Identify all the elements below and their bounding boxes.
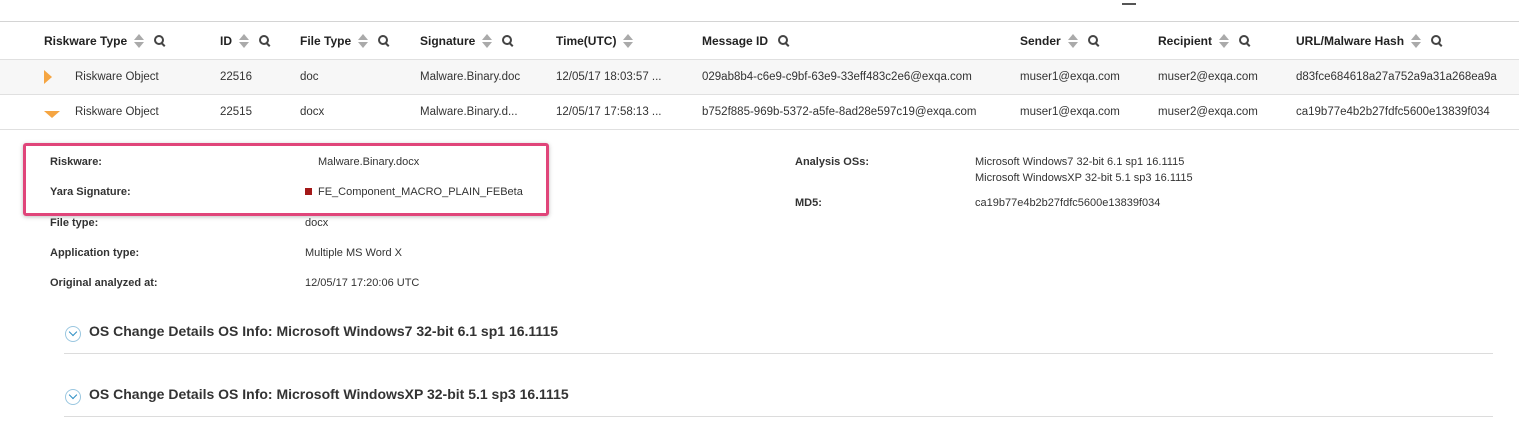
sort-icon[interactable] [1219,33,1230,49]
column-header-riskware-type: Riskware Type [44,24,166,58]
search-icon[interactable] [1431,35,1443,47]
column-header-id: ID [220,24,271,58]
cell-signature: Malware.Binary.d... [420,106,518,118]
sort-icon[interactable] [1411,33,1422,49]
column-label: ID [220,34,232,48]
cell-file-type: docx [300,106,325,118]
table-row[interactable]: Riskware Object 22516 doc Malware.Binary… [0,59,1519,94]
column-header-signature: Signature [420,24,514,58]
sort-icon[interactable] [1067,33,1078,49]
column-header-recipient: Recipient [1158,24,1251,58]
column-label: URL/Malware Hash [1296,34,1405,48]
analyzed-at-label: Original analyzed at: [50,277,158,289]
cell-riskware-type: Riskware Object [75,71,159,83]
md5-value: ca19b77e4b2b27fdfc5600e13839f034 [975,197,1161,209]
column-label: Riskware Type [44,34,128,48]
search-icon[interactable] [259,35,271,47]
cell-id: 22516 [220,71,252,83]
cell-hash: ca19b77e4b2b27fdfc5600e13839f034 [1296,106,1490,118]
sort-icon[interactable] [239,33,249,49]
sort-icon[interactable] [358,33,369,49]
application-type-value: Multiple MS Word X [305,247,402,259]
search-icon[interactable] [778,35,790,47]
cell-message-id: b752f885-969b-5372-a5fe-8ad28e597c19@exq… [702,106,977,118]
column-header-file-type: File Type [300,24,390,58]
sort-icon[interactable] [482,33,493,49]
search-icon[interactable] [154,35,166,47]
section-title: OS Change Details OS Info: Microsoft Win… [89,323,558,339]
cell-message-id: 029ab8b4-c6e9-c9bf-63e9-33eff483c2e6@exq… [702,71,972,83]
analysis-os-value: Microsoft Windows7 32-bit 6.1 sp1 16.111… [975,156,1185,168]
cell-sender: muser1@exqa.com [1020,71,1120,83]
column-label: Sender [1020,34,1061,48]
column-label: Recipient [1158,34,1213,48]
file-type-label: File type: [50,217,99,229]
top-bar [0,0,1519,22]
cell-file-type: doc [300,71,319,83]
cell-riskware-type: Riskware Object [75,106,159,118]
application-type-label: Application type: [50,247,140,259]
column-header-hash: URL/Malware Hash [1296,24,1443,58]
expand-arrow-icon[interactable] [44,70,52,84]
column-label: Signature [420,34,476,48]
cell-time: 12/05/17 18:03:57 ... [556,71,662,83]
cell-time: 12/05/17 17:58:13 ... [556,106,662,118]
search-icon[interactable] [1087,35,1100,47]
search-icon[interactable] [502,35,514,47]
file-type-value: docx [305,217,329,229]
sort-icon[interactable] [623,33,634,49]
cell-signature: Malware.Binary.doc [420,71,521,83]
column-label: Time(UTC) [556,34,617,48]
cell-hash: d83fce684618a27a752a9a31a268ea9a [1296,71,1497,83]
search-icon[interactable] [378,35,390,47]
table-row[interactable]: Riskware Object 22515 docx Malware.Binar… [0,94,1519,130]
os-change-section[interactable]: OS Change Details OS Info: Microsoft Win… [64,376,1493,417]
column-label: File Type [300,34,352,48]
cell-sender: muser1@exqa.com [1020,106,1120,118]
column-header-sender: Sender [1020,24,1100,58]
collapse-arrow-icon[interactable] [44,111,60,118]
menu-icon[interactable] [1122,3,1136,5]
column-header-message-id: Message ID [702,24,790,58]
section-title: OS Change Details OS Info: Microsoft Win… [89,386,569,402]
table-header: Riskware Type ID File Type Signature Tim… [0,24,1519,58]
chevron-down-icon[interactable] [65,389,81,405]
top-divider [0,21,1519,22]
chevron-down-icon[interactable] [65,326,81,342]
analyzed-at-value: 12/05/17 17:20:06 UTC [305,277,420,289]
analysis-os-value: Microsoft WindowsXP 32-bit 5.1 sp3 16.11… [975,172,1193,184]
analysis-os-label: Analysis OSs: [795,156,869,168]
column-label: Message ID [702,34,769,48]
cell-id: 22515 [220,106,252,118]
cell-recipient: muser2@exqa.com [1158,106,1258,118]
cell-recipient: muser2@exqa.com [1158,71,1258,83]
column-header-time: Time(UTC) [556,24,634,58]
sort-icon[interactable] [134,33,145,49]
highlight-box [23,143,549,216]
md5-label: MD5: [795,197,822,209]
search-icon[interactable] [1239,35,1251,47]
os-change-section[interactable]: OS Change Details OS Info: Microsoft Win… [64,313,1493,354]
